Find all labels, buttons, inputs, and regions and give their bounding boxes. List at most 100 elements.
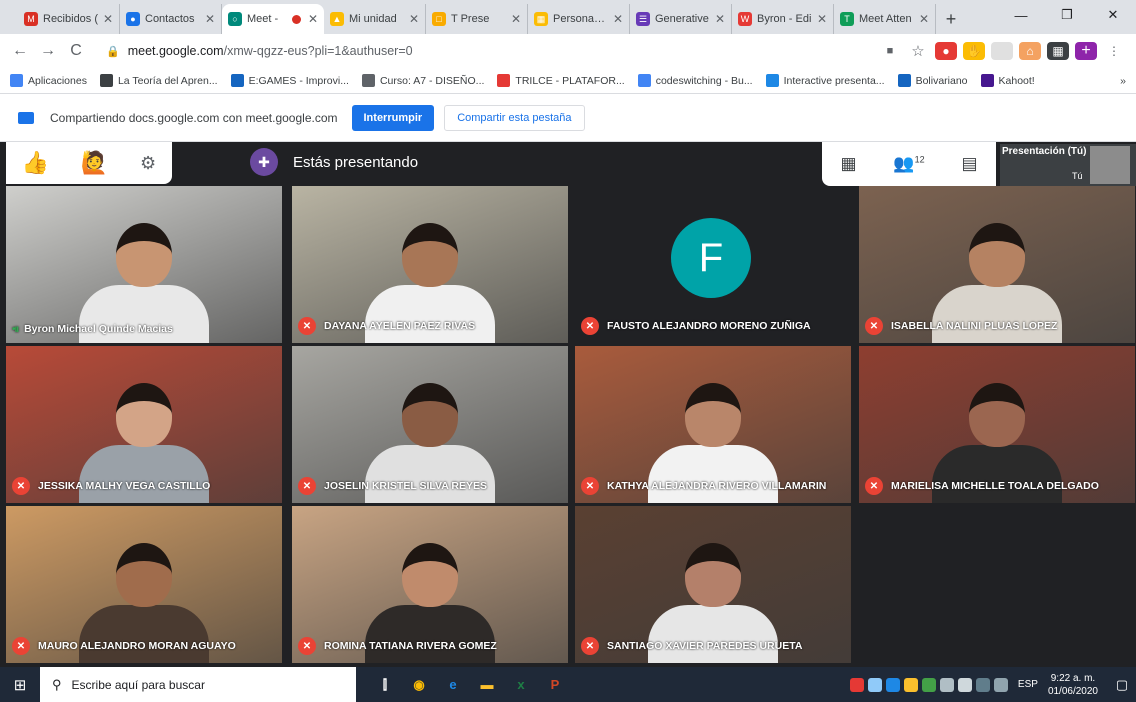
bookmark-item[interactable]: Interactive presenta... bbox=[765, 74, 885, 87]
browser-tab[interactable]: ○ Meet - ✕ bbox=[222, 4, 324, 34]
taskbar-app-icon[interactable]: ◉ bbox=[402, 667, 436, 702]
participant-name-label: ✕ ISABELLA NALINI PLUAS LOPEZ bbox=[865, 317, 1057, 335]
extension-tiles-icon[interactable] bbox=[991, 42, 1013, 60]
forward-button[interactable]: → bbox=[36, 42, 60, 60]
tab-close-icon[interactable]: ✕ bbox=[715, 12, 725, 26]
tab-close-icon[interactable]: ✕ bbox=[205, 12, 215, 26]
address-bar[interactable]: 🔒 meet.google.com/xmw-qgzz-eus?pli=1&aut… bbox=[96, 37, 876, 65]
participant-name: MARIELISA MICHELLE TOALA DELGADO bbox=[891, 480, 1099, 492]
grid-layout-icon[interactable]: ▦ bbox=[840, 154, 856, 174]
tray-app-icon[interactable] bbox=[885, 677, 900, 692]
participant-tile[interactable]: ✕ ROMINA TATIANA RIVERA GOMEZ bbox=[292, 506, 568, 663]
participant-head bbox=[969, 383, 1025, 447]
bookmarks-more-icon[interactable]: » bbox=[1120, 75, 1126, 87]
bookmark-favicon-icon bbox=[637, 74, 651, 87]
tab-close-icon[interactable]: ✕ bbox=[511, 12, 521, 26]
taskbar-clock[interactable]: 9:22 a. m. 01/06/2020 bbox=[1048, 672, 1098, 698]
browser-tab[interactable]: ☰ Generative ✕ bbox=[630, 4, 732, 34]
participant-tile[interactable]: •ıı Byron Michael Quinde Macias bbox=[6, 186, 282, 343]
tray-app-icon[interactable] bbox=[921, 677, 936, 692]
taskbar-app-icon[interactable]: ▬ bbox=[470, 667, 504, 702]
participant-tile[interactable]: ✕ DAYANA AYELEN PAEZ RIVAS bbox=[292, 186, 568, 343]
bookmark-item[interactable]: Bolivariano bbox=[897, 74, 968, 87]
browser-tab[interactable]: ● Contactos ✕ bbox=[120, 4, 222, 34]
browser-tab[interactable]: ▦ Personas en ✕ bbox=[528, 4, 630, 34]
mic-off-icon: ✕ bbox=[581, 477, 599, 495]
tab-close-icon[interactable]: ✕ bbox=[613, 12, 623, 26]
reload-button[interactable]: C bbox=[64, 42, 88, 60]
bookmark-item[interactable]: Kahoot! bbox=[980, 74, 1035, 87]
minimize-button[interactable]: — bbox=[998, 0, 1044, 30]
taskbar-app-icon[interactable]: ⫿ bbox=[368, 667, 402, 702]
bookmark-item[interactable]: TRILCE - PLATAFOR... bbox=[497, 74, 625, 87]
back-button[interactable]: ← bbox=[8, 42, 32, 60]
tray-app-icon[interactable] bbox=[867, 677, 882, 692]
battery-icon[interactable] bbox=[975, 677, 990, 692]
participant-grid: •ıı Byron Michael Quinde Macias ✕ DAYANA AY… bbox=[6, 186, 1136, 667]
sharing-message: Compartiendo docs.google.com con meet.go… bbox=[50, 110, 338, 125]
tray-app-icon[interactable] bbox=[849, 677, 864, 692]
mic-off-icon: ✕ bbox=[298, 317, 316, 335]
tray-app-icon[interactable] bbox=[903, 677, 918, 692]
network-icon[interactable] bbox=[939, 677, 954, 692]
extension-home-icon[interactable]: ⌂ bbox=[1019, 42, 1041, 60]
taskbar-app-icon[interactable]: P bbox=[538, 667, 572, 702]
bookmark-item[interactable]: La Teoría del Apren... bbox=[99, 74, 218, 87]
tab-close-icon[interactable]: ✕ bbox=[817, 12, 827, 26]
bookmark-item[interactable]: E:GAMES - Improvi... bbox=[230, 74, 349, 87]
new-tab-button[interactable]: + bbox=[936, 4, 966, 34]
raise-hand-icon[interactable]: 🙋 bbox=[81, 150, 108, 176]
participant-tile[interactable]: ✕ JESSIKA MALHY VEGA CASTILLO bbox=[6, 346, 282, 503]
tab-close-icon[interactable]: ✕ bbox=[409, 12, 419, 26]
taskbar-search[interactable]: ⚲ Escribe aquí para buscar bbox=[40, 667, 356, 702]
participant-name-label: ✕ JOSELIN KRISTEL SILVA REYES bbox=[298, 477, 487, 495]
volume-icon[interactable] bbox=[957, 677, 972, 692]
browser-tab[interactable]: W Byron - Edi ✕ bbox=[732, 4, 834, 34]
restore-button[interactable]: ❐ bbox=[1044, 0, 1090, 30]
extension-tomato-icon[interactable]: ● bbox=[935, 42, 957, 60]
taskbar-app-icon[interactable]: e bbox=[436, 667, 470, 702]
tray-app-icon[interactable] bbox=[993, 677, 1008, 692]
menu-icon[interactable]: ⋮ bbox=[1103, 42, 1125, 60]
notification-center-icon[interactable]: ▢ bbox=[1108, 677, 1136, 693]
tab-title: Mi unidad bbox=[349, 13, 397, 25]
tab-close-icon[interactable]: ✕ bbox=[308, 12, 318, 26]
participant-tile[interactable]: ✕ KATHYA ALEJANDRA RIVERO VILLAMARIN bbox=[575, 346, 851, 503]
stop-sharing-button[interactable]: Interrumpir bbox=[351, 104, 435, 131]
windows-start-icon[interactable]: ⊞ bbox=[0, 667, 40, 702]
browser-tab[interactable]: ▲ Mi unidad ✕ bbox=[324, 4, 426, 34]
bookmark-item[interactable]: Curso: A7 - DISEÑO... bbox=[361, 74, 484, 87]
participant-tile[interactable]: ✕ ISABELLA NALINI PLUAS LOPEZ bbox=[859, 186, 1135, 343]
camera-icon[interactable]: ■ bbox=[879, 42, 901, 60]
bookmark-star-icon[interactable]: ☆ bbox=[907, 42, 929, 60]
tab-close-icon[interactable]: ✕ bbox=[919, 12, 929, 26]
settings-gear-icon[interactable]: ⚙ bbox=[140, 153, 156, 174]
tab-favicon-icon: ○ bbox=[228, 12, 242, 26]
participant-name: KATHYA ALEJANDRA RIVERO VILLAMARIN bbox=[607, 480, 827, 492]
participant-tile[interactable]: ✕ JOSELIN KRISTEL SILVA REYES bbox=[292, 346, 568, 503]
window-close-button[interactable]: ✕ bbox=[1090, 0, 1136, 30]
bookmark-item[interactable]: Aplicaciones bbox=[10, 74, 87, 87]
browser-tab[interactable]: □ T Prese ✕ bbox=[426, 4, 528, 34]
participant-tile[interactable]: ✕ MARIELISA MICHELLE TOALA DELGADO bbox=[859, 346, 1135, 503]
participant-tile[interactable]: ✕ MAURO ALEJANDRO MORAN AGUAYO bbox=[6, 506, 282, 663]
tab-close-icon[interactable]: ✕ bbox=[103, 12, 113, 26]
browser-tab[interactable]: M Recibidos (✕ bbox=[18, 4, 120, 34]
taskbar-app-icon[interactable]: x bbox=[504, 667, 538, 702]
share-this-tab-button[interactable]: Compartir esta pestaña bbox=[444, 104, 585, 131]
mic-off-icon: ✕ bbox=[581, 317, 599, 335]
participant-tile[interactable]: F ✕ FAUSTO ALEJANDRO MORENO ZUÑIGA bbox=[575, 186, 851, 343]
extension-hand-icon[interactable]: ✋ bbox=[963, 42, 985, 60]
chat-icon[interactable]: ▤ bbox=[961, 154, 977, 174]
people-button[interactable]: 👥12 bbox=[893, 154, 924, 174]
extension-plus-icon[interactable]: + bbox=[1075, 42, 1097, 60]
browser-tab[interactable]: T Meet Atten ✕ bbox=[834, 4, 936, 34]
participant-name: JESSIKA MALHY VEGA CASTILLO bbox=[38, 480, 211, 492]
extension-grid-icon[interactable]: ▦ bbox=[1047, 42, 1069, 60]
bookmark-item[interactable]: codeswitching - Bu... bbox=[637, 74, 753, 87]
thumbs-up-icon[interactable]: 👍 bbox=[22, 150, 49, 176]
self-view-tile[interactable]: Presentación (Tú) Tú bbox=[1000, 144, 1136, 186]
participant-tile[interactable]: ✕ SANTIAGO XAVIER PAREDES URUETA bbox=[575, 506, 851, 663]
input-language[interactable]: ESP bbox=[1018, 679, 1038, 690]
participant-name-label: ✕ SANTIAGO XAVIER PAREDES URUETA bbox=[581, 637, 802, 655]
